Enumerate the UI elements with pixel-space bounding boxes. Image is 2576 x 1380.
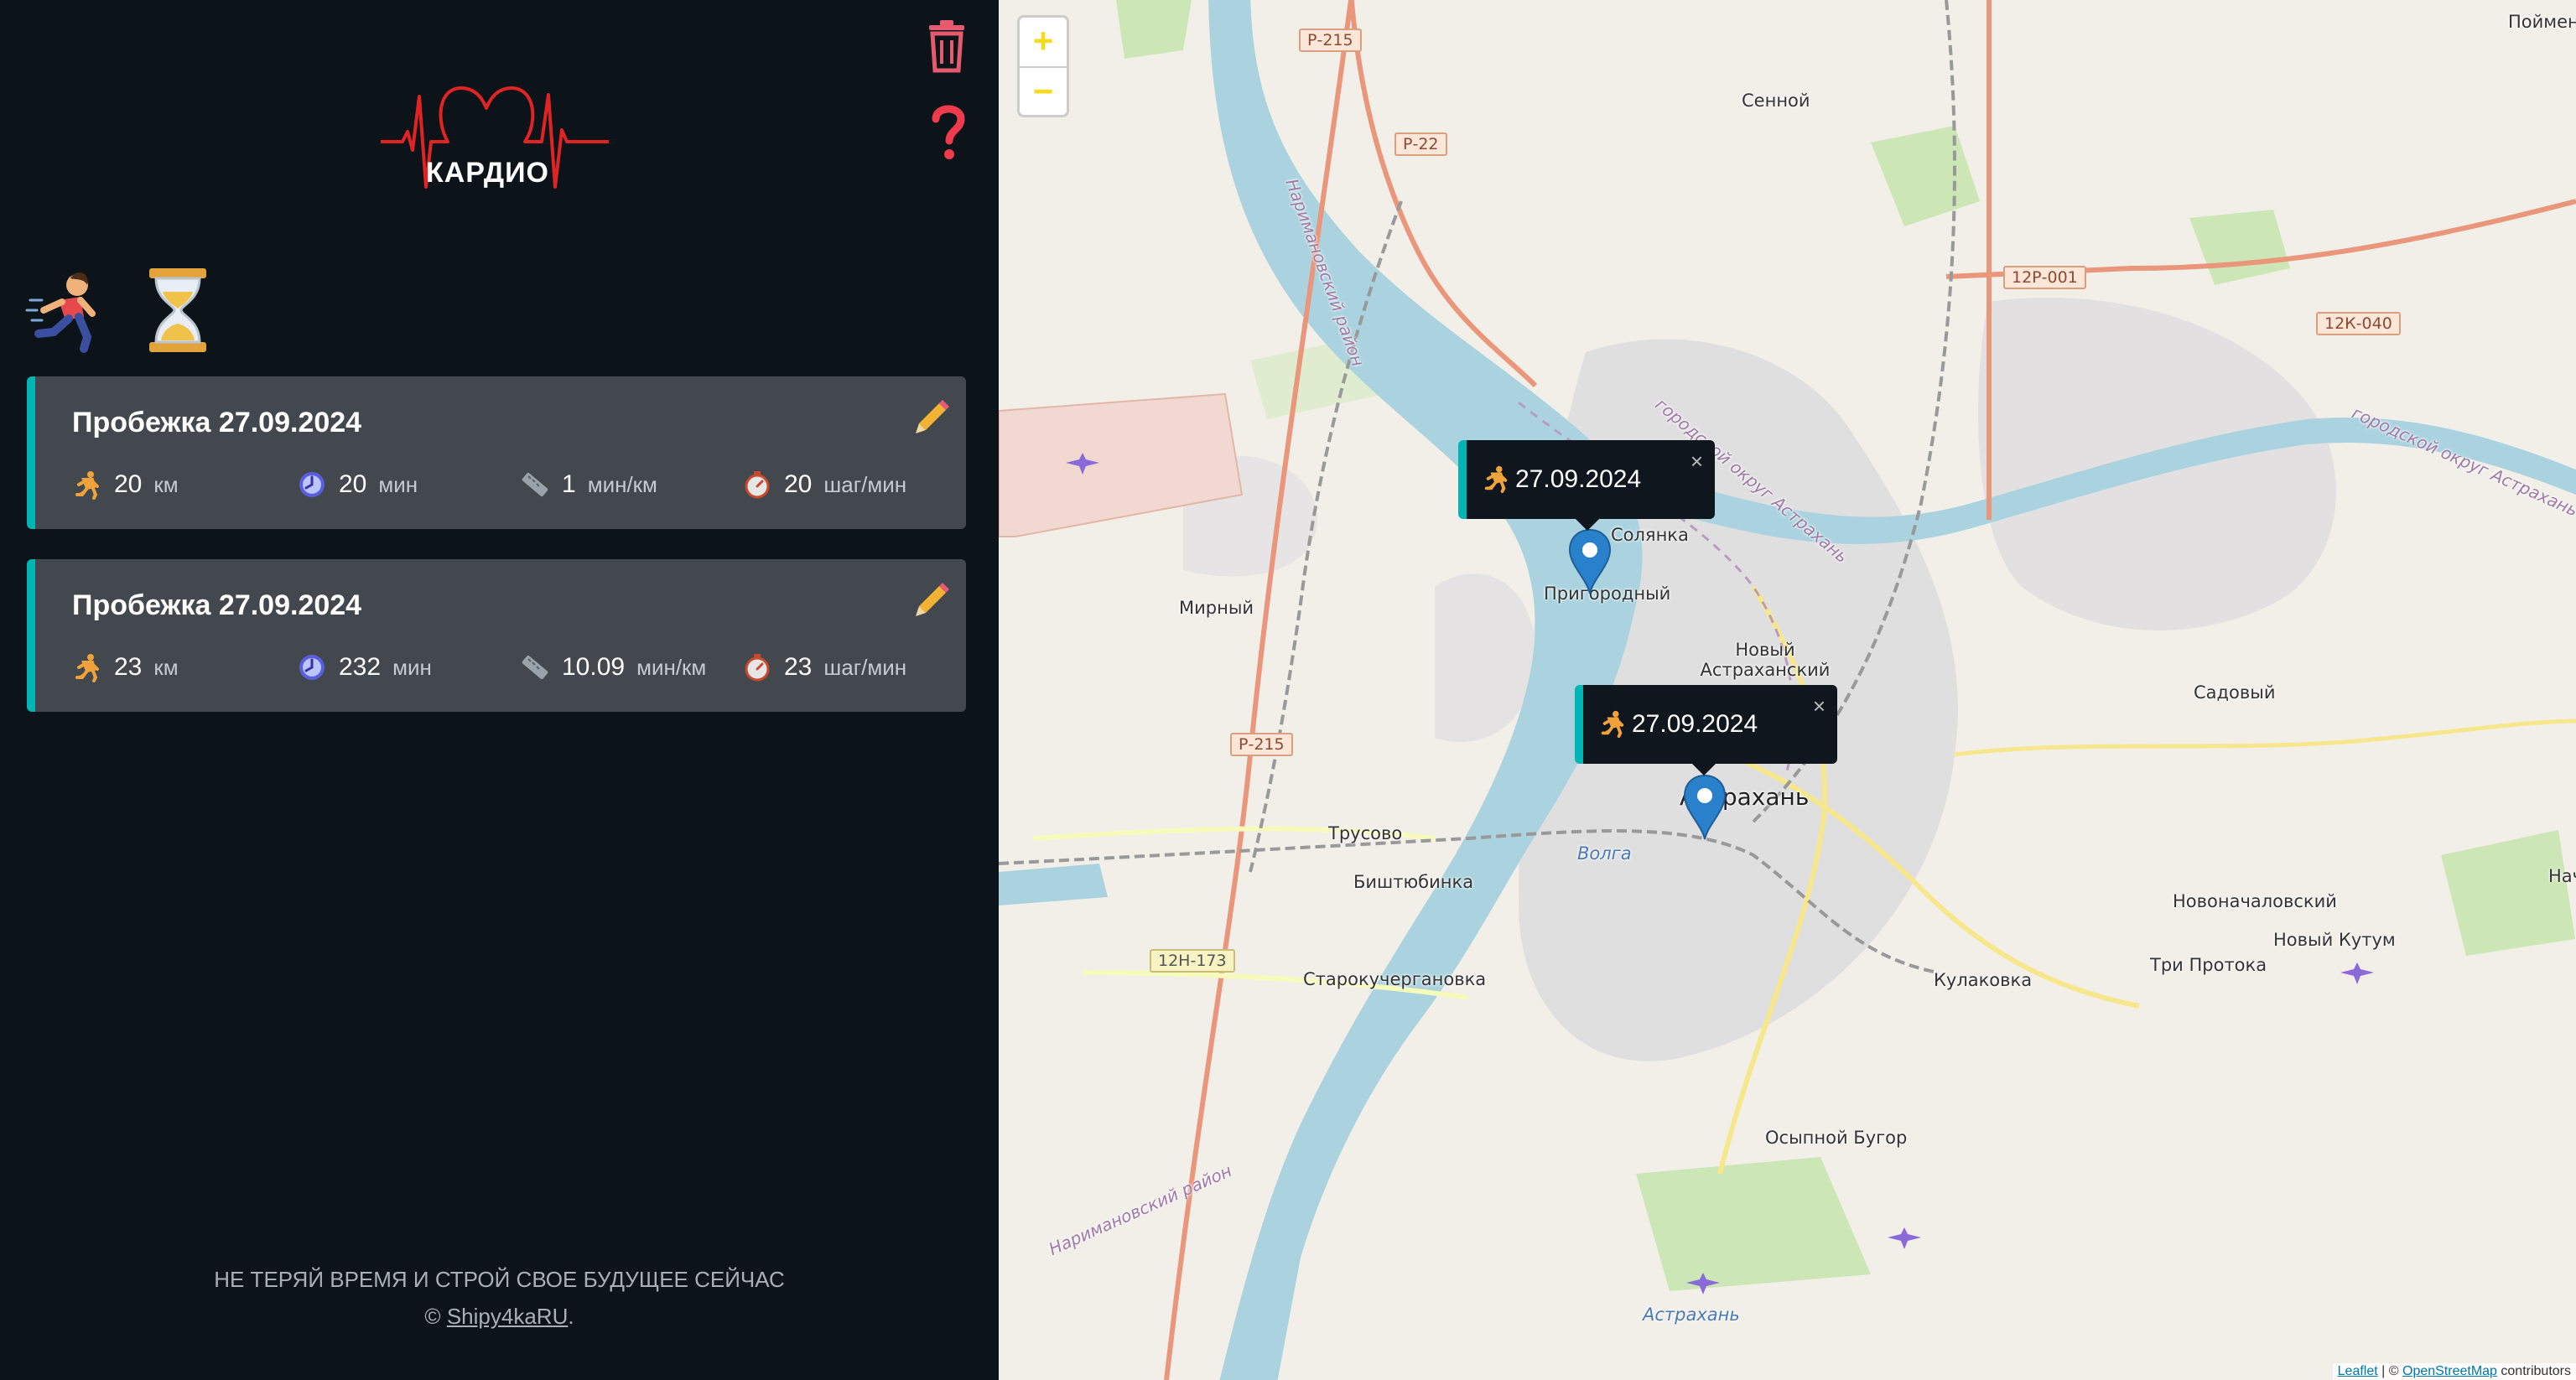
- clock-icon: [299, 655, 325, 680]
- distance-stat: 20 км: [72, 469, 179, 501]
- hourglass-icon[interactable]: [138, 267, 218, 354]
- map-pin-icon[interactable]: [1683, 774, 1727, 841]
- stopwatch-icon: [745, 471, 770, 499]
- pencil-icon[interactable]: [911, 395, 954, 438]
- question-icon[interactable]: [927, 102, 969, 161]
- map-label: Осыпной Бугор: [1765, 1128, 1908, 1148]
- road-shield: Р-215: [1230, 733, 1293, 756]
- workout-title: Пробежка 27.09.2024: [72, 589, 362, 621]
- footer-copyright: © Shipy4kaRU.: [424, 1304, 574, 1329]
- author-link[interactable]: Shipy4kaRU: [447, 1304, 569, 1329]
- duration-stat: 232 мин: [297, 651, 432, 683]
- ruler-icon: [522, 655, 548, 680]
- map-pin-icon[interactable]: [1568, 528, 1612, 595]
- map-label: Новый Астраханский: [1700, 640, 1831, 680]
- leaflet-link[interactable]: Leaflet: [2338, 1364, 2378, 1378]
- sidebar: КАРДИО Пробежка 27.09.2024 20 км 20 мин …: [0, 0, 999, 1380]
- map-label: Новоначаловский: [2173, 891, 2337, 911]
- workout-popup[interactable]: 27.09.2024 ×: [1458, 440, 1715, 531]
- ruler-icon: [522, 472, 548, 497]
- road-shield: Р-215: [1299, 29, 1362, 52]
- stopwatch-icon: [745, 654, 770, 682]
- pace-stat: 1 мин/км: [520, 469, 657, 501]
- clock-icon: [299, 472, 325, 497]
- map-label: Началово: [2548, 866, 2576, 886]
- zoom-control: + −: [1017, 15, 1069, 117]
- map-label: Биштюбинка: [1353, 872, 1474, 892]
- map-label: Старокучергановка: [1303, 969, 1487, 989]
- runner-icon: [1484, 465, 1508, 493]
- map[interactable]: Пойменны Сенной Солянка Пригородный Мирн…: [999, 0, 2576, 1380]
- popup-close-button[interactable]: ×: [1690, 449, 1703, 475]
- cadence-stat: 23 шаг/мин: [742, 651, 906, 683]
- map-label: Трусово: [1328, 823, 1403, 843]
- pencil-icon[interactable]: [911, 578, 954, 621]
- distance-stat: 23 км: [72, 651, 179, 683]
- footer: НЕ ТЕРЯЙ ВРЕМЯ И СТРОЙ СВОЕ БУДУЩЕЕ СЕЙЧ…: [0, 1261, 999, 1335]
- kardio-logo: КАРДИО: [377, 80, 612, 205]
- trash-icon[interactable]: [926, 18, 968, 74]
- popup-close-button[interactable]: ×: [1813, 693, 1826, 719]
- map-label: Садовый: [2194, 682, 2276, 703]
- duration-stat: 20 мин: [297, 469, 418, 501]
- footer-slogan: НЕ ТЕРЯЙ ВРЕМЯ И СТРОЙ СВОЕ БУДУЩЕЕ СЕЙЧ…: [214, 1267, 785, 1292]
- workout-card[interactable]: Пробежка 27.09.2024 23 км 232 мин 10.09 …: [27, 559, 966, 712]
- workout-type-tabs: [25, 267, 218, 354]
- workout-title: Пробежка 27.09.2024: [72, 407, 362, 438]
- map-label: Новый Кутум: [2273, 930, 2396, 950]
- map-label: Сенной: [1742, 91, 1810, 111]
- map-attribution: Leaflet | © OpenStreetMap contributors: [2332, 1363, 2576, 1380]
- runner-icon: [75, 471, 99, 500]
- popup-date: 27.09.2024: [1515, 465, 1642, 493]
- map-label-airport: Астрахань: [1643, 1305, 1740, 1325]
- road-shield: 12Н-173: [1150, 949, 1235, 973]
- workout-popup[interactable]: 27.09.2024 ×: [1575, 685, 1837, 776]
- runner-icon: [75, 654, 99, 682]
- zoom-in-button[interactable]: +: [1020, 18, 1067, 66]
- road-shield: 12Р-001: [2003, 266, 2086, 289]
- map-label: Мирный: [1179, 598, 1254, 618]
- map-label-water: Волга: [1577, 843, 1632, 864]
- road-shield: 12К-040: [2316, 312, 2401, 335]
- popup-tip: [1576, 519, 1599, 531]
- workout-card[interactable]: Пробежка 27.09.2024 20 км 20 мин 1 мин/к…: [27, 376, 966, 529]
- logo-text: КАРДИО: [426, 157, 549, 189]
- road-shield: Р-22: [1394, 132, 1447, 156]
- map-label: Три Протока: [2150, 955, 2267, 975]
- map-label: Солянка: [1611, 525, 1689, 545]
- osm-link[interactable]: OpenStreetMap: [2402, 1364, 2497, 1378]
- popup-tip: [1692, 764, 1716, 776]
- map-label: Кулаковка: [1934, 970, 2033, 990]
- popup-date: 27.09.2024: [1632, 710, 1758, 738]
- pace-stat: 10.09 мин/км: [520, 651, 706, 683]
- map-label: Пойменны: [2508, 12, 2576, 32]
- runner-icon[interactable]: [25, 267, 106, 354]
- zoom-out-button[interactable]: −: [1020, 66, 1067, 115]
- cadence-stat: 20 шаг/мин: [742, 469, 906, 501]
- runner-icon: [1601, 710, 1624, 738]
